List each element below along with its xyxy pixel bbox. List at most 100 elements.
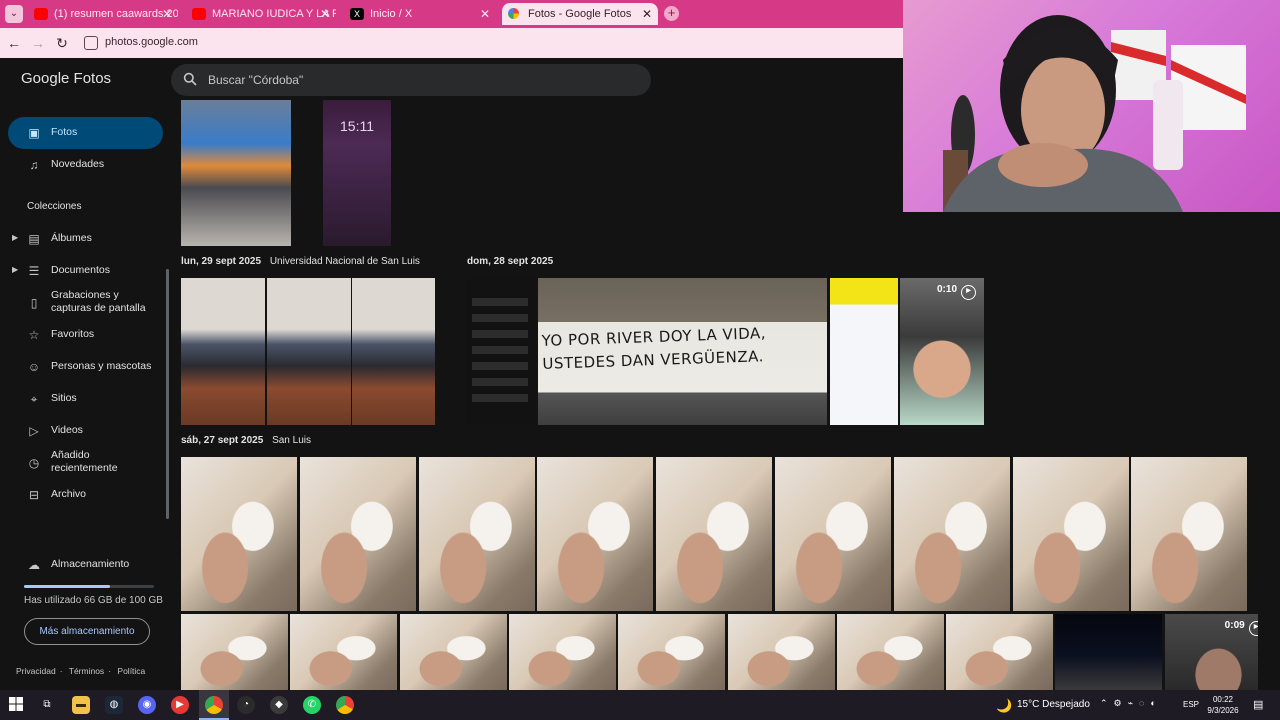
sidebar-item-label: Personas y mascotas (51, 360, 152, 372)
photo-thumbnail[interactable]: 15:11 (323, 100, 391, 246)
photo-thumbnail[interactable] (290, 614, 398, 690)
sidebar-item-anadido[interactable]: ◷ Añadido recientemente (8, 447, 163, 479)
photo-thumbnail[interactable] (181, 278, 265, 425)
more-storage-button[interactable]: Más almacenamiento (24, 618, 150, 645)
expand-caret-icon[interactable]: ▶ (12, 265, 18, 274)
media-player-icon[interactable]: ▶ (171, 696, 189, 714)
photo-thumbnail[interactable] (181, 614, 288, 690)
photo-thumbnail[interactable] (181, 100, 291, 246)
photo-thumbnail[interactable] (727, 614, 835, 690)
browser-tab-google-photos[interactable]: Fotos - Google Fotos ✕ (502, 3, 658, 25)
close-tab-icon[interactable]: ✕ (480, 3, 490, 25)
search-bar[interactable]: Buscar "Córdoba" (171, 64, 651, 96)
sidebar-scrollbar[interactable] (166, 269, 169, 519)
photo-thumbnail[interactable] (618, 614, 726, 690)
policy-link[interactable]: Política (117, 666, 145, 676)
sidebar-item-sitios[interactable]: ⌖ Sitios (8, 383, 163, 415)
location-label: Universidad Nacional de San Luis (269, 256, 420, 267)
sidebar-item-grabaciones[interactable]: ▯ Grabaciones y capturas de pantalla (8, 287, 163, 319)
steam-icon[interactable]: ◍ (105, 696, 123, 714)
chrome-profile-icon[interactable] (336, 696, 354, 714)
photo-thumbnail[interactable] (1012, 457, 1129, 611)
tab-search-button[interactable]: ⌄ (5, 5, 23, 23)
close-tab-icon[interactable]: ✕ (162, 3, 172, 25)
site-info-icon[interactable] (84, 36, 98, 50)
photo-thumbnail[interactable] (418, 457, 535, 611)
youtube-icon (34, 8, 48, 20)
whatsapp-icon[interactable]: ✆ (303, 696, 321, 714)
photo-thumbnail[interactable] (181, 457, 297, 611)
date-header: dom, 28 sept 2025 (467, 256, 559, 267)
browser-tab-x[interactable]: X Inicio / X ✕ (344, 3, 496, 25)
photo-thumbnail[interactable] (775, 457, 891, 611)
photo-thumbnail[interactable] (352, 278, 435, 425)
webcam-overlay (903, 0, 1280, 212)
photo-thumbnail[interactable] (508, 614, 616, 690)
obs-icon[interactable]: ◔ (237, 696, 255, 714)
sidebar-item-albumes[interactable]: ▶ ▤ Álbumes (8, 223, 163, 255)
photo-thumbnail[interactable] (267, 278, 351, 425)
google-photos-logo[interactable]: Google Fotos (21, 70, 111, 87)
tab-title: Inicio / X (370, 8, 413, 20)
new-tab-button[interactable]: + (664, 6, 679, 21)
video-duration: 0:10 (937, 284, 976, 300)
sidebar-item-favoritos[interactable]: ☆ Favoritos (8, 319, 163, 351)
task-view-icon[interactable]: ⧉ (38, 696, 56, 714)
photo-thumbnail[interactable] (1055, 614, 1163, 690)
clock-date: 9/3/2026 (1207, 706, 1239, 715)
photo-thumbnail[interactable] (466, 278, 536, 425)
photo-thumbnail[interactable] (399, 614, 507, 690)
browser-tab-youtube-1[interactable]: (1) resumen caawards 2026 - YouTube ✕ (28, 3, 178, 25)
sidebar-item-novedades[interactable]: ♫ Novedades (8, 149, 163, 181)
webcam-person-image (943, 15, 1246, 212)
photo-thumbnail[interactable] (830, 278, 898, 425)
photo-thumbnail[interactable] (946, 614, 1054, 690)
chrome-icon[interactable] (205, 696, 223, 714)
x-icon: X (350, 8, 364, 20)
moon-weather-icon[interactable]: 🌙 (996, 698, 1012, 714)
close-tab-icon[interactable]: ✕ (642, 3, 652, 25)
video-thumbnail[interactable]: 0:10 (900, 278, 984, 425)
place-icon: ⌖ (30, 392, 38, 406)
discord-icon[interactable]: ◉ (138, 696, 156, 714)
sidebar-item-label: Álbumes (51, 232, 92, 244)
expand-caret-icon[interactable]: ▶ (12, 233, 18, 242)
terms-link[interactable]: Términos (69, 666, 104, 676)
address-bar-url[interactable]: photos.google.com (105, 36, 198, 48)
photo-thumbnail[interactable] (656, 457, 773, 611)
youtube-icon (192, 8, 206, 20)
archive-icon: ⊟ (28, 488, 40, 502)
file-explorer-icon[interactable]: ▬ (72, 696, 90, 714)
sidebar-item-archivo[interactable]: ⊟ Archivo (8, 479, 163, 511)
back-arrow-icon[interactable]: ← (5, 34, 23, 52)
storage-usage-fill (24, 585, 110, 588)
photo-thumbnail[interactable] (299, 457, 416, 611)
weather-text[interactable]: 15°C Despejado (1017, 699, 1090, 710)
reload-icon[interactable]: ↻ (53, 34, 71, 52)
close-tab-icon[interactable]: ✕ (320, 3, 330, 25)
taskbar-clock[interactable]: 00:22 9/3/2026 (1206, 694, 1240, 716)
photo-thumbnail[interactable] (537, 457, 654, 611)
notifications-icon[interactable]: ▤ (1253, 698, 1263, 711)
windows-start-icon[interactable] (7, 696, 25, 714)
tab-title: MARIANO IUDICA Y LA PEOR IMAGEN (212, 8, 336, 20)
photo-thumbnail[interactable] (836, 614, 944, 690)
photo-thumbnail[interactable] (1131, 457, 1248, 611)
video-thumbnail[interactable]: 0:09 (1164, 614, 1258, 690)
app-icon[interactable]: ◆ (270, 696, 288, 714)
privacy-link[interactable]: Privacidad (16, 666, 56, 676)
sidebar-item-almacenamiento[interactable]: ☁ Almacenamiento (8, 549, 163, 581)
sidebar-item-personas[interactable]: ☺ Personas y mascotas (8, 351, 163, 383)
photo-thumbnail[interactable]: YO POR RIVER DOY LA VIDA, USTEDES DAN VE… (538, 278, 827, 425)
system-tray-icons[interactable]: ⌃⚙⌁◌◐ (1100, 698, 1162, 709)
tab-title: (1) resumen caawards 2026 - YouTube (54, 8, 178, 20)
photo-thumbnail[interactable] (893, 457, 1010, 611)
language-indicator[interactable]: ESP (1183, 700, 1199, 709)
forward-arrow-icon[interactable]: → (29, 34, 47, 52)
sidebar-item-fotos[interactable]: ▣ Fotos (8, 117, 163, 149)
sidebar-item-videos[interactable]: ▷ Videos (8, 415, 163, 447)
sidebar-item-documentos[interactable]: ▶ ☰ Documentos (8, 255, 163, 287)
google-photos-icon (508, 8, 519, 19)
browser-tab-youtube-2[interactable]: MARIANO IUDICA Y LA PEOR IMAGEN ✕ (186, 3, 336, 25)
sidebar-item-label: Añadido recientemente (51, 449, 118, 474)
